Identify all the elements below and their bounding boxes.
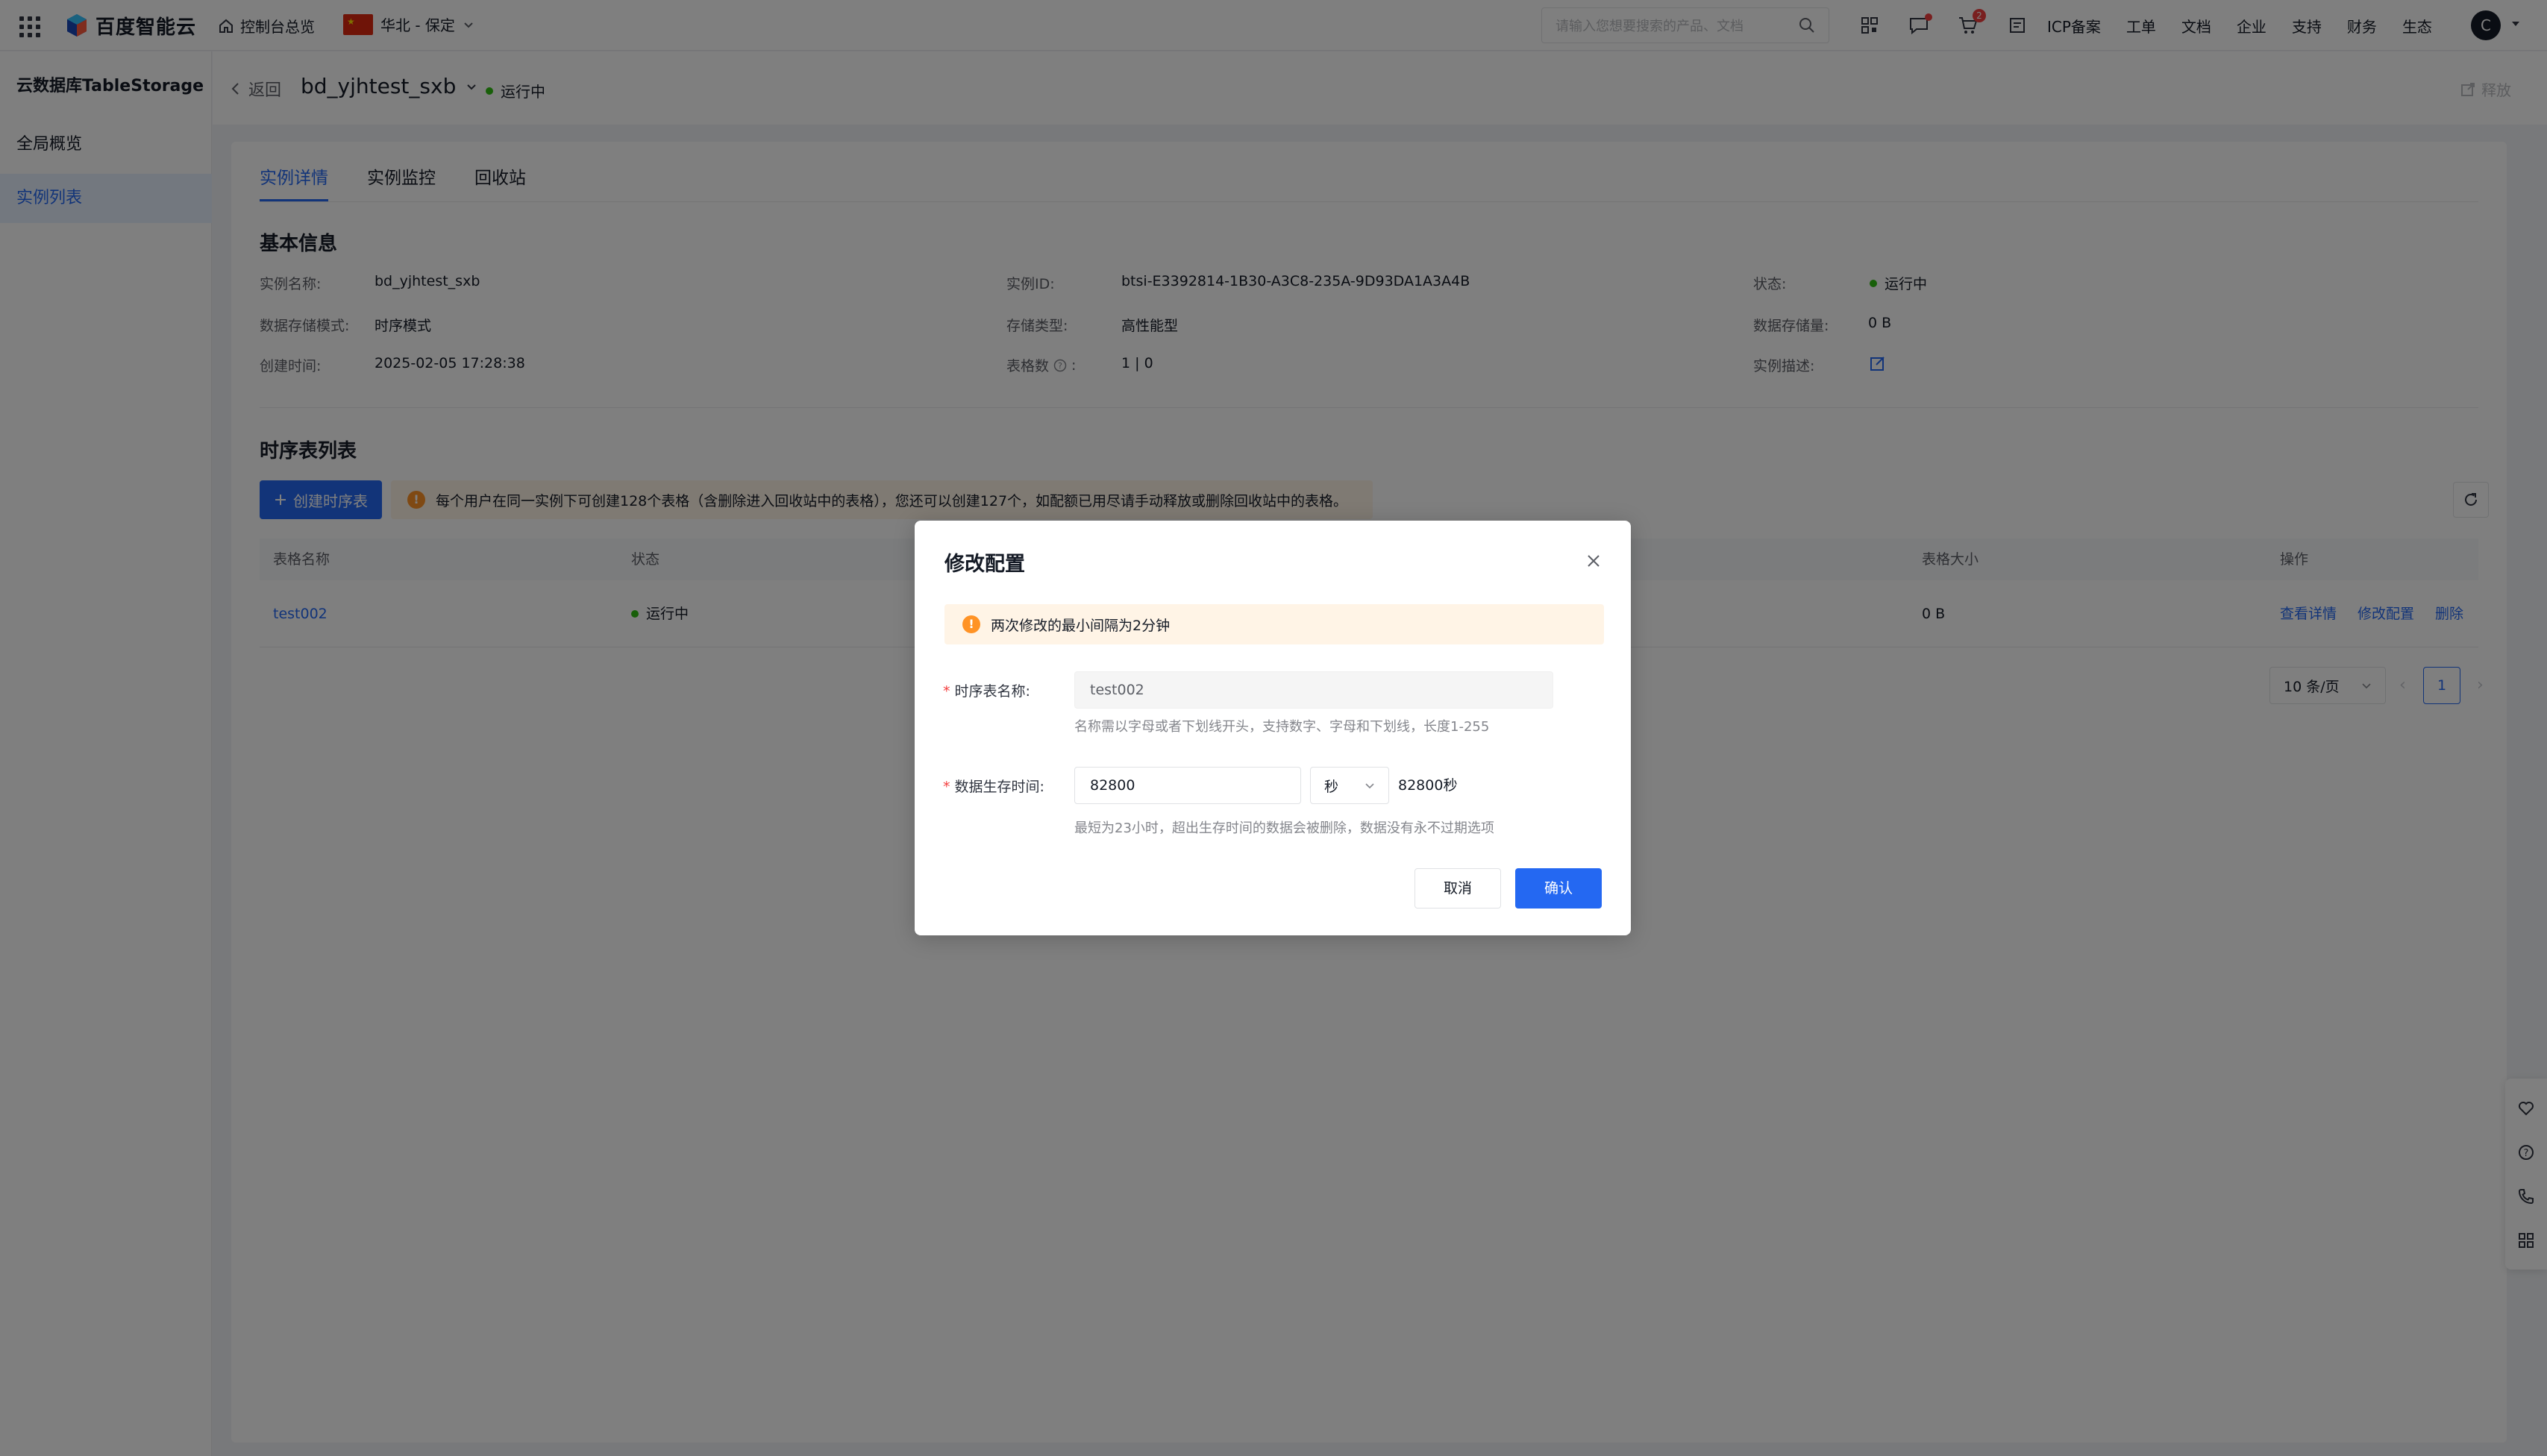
ttl-unit-value: 秒 bbox=[1324, 778, 1339, 795]
warning-icon: ! bbox=[962, 615, 980, 633]
interval-alert-text: 两次修改的最小间隔为2分钟 bbox=[991, 617, 1171, 634]
ttl-input-value: 82800 bbox=[1090, 777, 1135, 794]
dialog-title: 修改配置 bbox=[944, 553, 1025, 576]
ttl-hint: 最短为23小时，超出生存时间的数据会被删除，数据没有永不过期选项 bbox=[1074, 820, 1494, 836]
table-name-field-label: * 时序表名称: bbox=[943, 683, 1030, 700]
ttl-unit-select[interactable]: 秒 bbox=[1310, 767, 1389, 804]
table-name-hint: 名称需以字母或者下划线开头，支持数字、字母和下划线，长度1-255 bbox=[1074, 719, 1490, 735]
ttl-converted-value: 82800秒 bbox=[1398, 777, 1458, 794]
confirm-button[interactable]: 确认 bbox=[1515, 868, 1602, 909]
ttl-input[interactable]: 82800 bbox=[1074, 767, 1301, 804]
ttl-field-label: * 数据生存时间: bbox=[943, 779, 1044, 795]
table-name-input: test002 bbox=[1074, 671, 1553, 709]
chevron-down-icon bbox=[1365, 783, 1374, 789]
modify-config-dialog: 修改配置 ! 两次修改的最小间隔为2分钟 * 时序表名称: test002 名称需… bbox=[915, 521, 1631, 935]
ttl-label-text: 数据生存时间: bbox=[954, 779, 1044, 795]
cancel-button[interactable]: 取消 bbox=[1415, 868, 1501, 909]
table-name-input-value: test002 bbox=[1090, 682, 1144, 698]
interval-alert: ! 两次修改的最小间隔为2分钟 bbox=[944, 604, 1604, 644]
close-icon[interactable] bbox=[1583, 550, 1604, 571]
table-name-label-text: 时序表名称: bbox=[954, 683, 1030, 700]
